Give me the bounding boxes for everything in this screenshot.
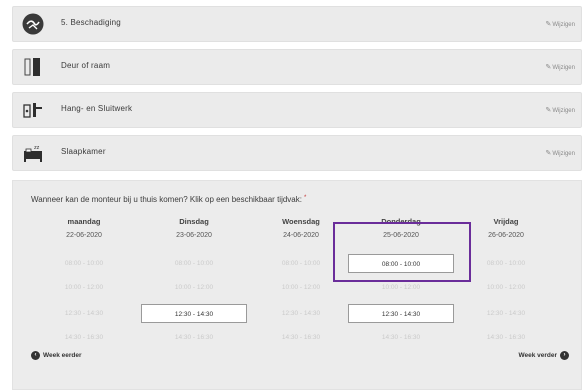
time-slot-available[interactable]: 12:30 - 14:30	[141, 304, 247, 323]
category-row-slaapkamer: zz Slaapkamer ✎Wijzigen	[12, 135, 582, 171]
week-later-button[interactable]: Week verder ›	[518, 351, 569, 360]
time-slot-unavailable: 08:00 - 10:00	[174, 260, 214, 267]
day-date: 25-06-2020	[383, 232, 419, 239]
edit-label: Wijzigen	[552, 65, 575, 71]
time-slot-unavailable: 12:30 - 14:30	[281, 310, 321, 317]
time-slot-unavailable: 10:00 - 12:00	[281, 284, 321, 291]
time-slot-unavailable: 12:30 - 14:30	[64, 310, 104, 317]
day-date: 24-06-2020	[283, 232, 319, 239]
category-label: Hang- en Sluitwerk	[61, 104, 133, 113]
week-later-label: Week verder	[518, 352, 557, 360]
week-earlier-label: Week eerder	[43, 352, 82, 360]
edit-link[interactable]: ✎Wijzigen	[545, 63, 575, 71]
day-name: Donderdag	[381, 217, 421, 226]
pencil-icon: ✎	[545, 107, 552, 114]
pencil-icon: ✎	[545, 64, 552, 71]
time-slot-unavailable: 08:00 - 10:00	[281, 260, 321, 267]
time-slot-unavailable: 10:00 - 12:00	[486, 284, 526, 291]
day-column: Woensdag 24-06-2020 08:00 - 10:00 10:00 - 1…	[248, 217, 354, 341]
category-row-hang-en-sluitwerk: Hang- en Sluitwerk ✎Wijzigen	[12, 92, 582, 128]
damage-icon	[22, 13, 44, 35]
schedule-question: Wanneer kan de monteur bij u thuis komen…	[31, 195, 306, 204]
day-date: 26-06-2020	[488, 232, 524, 239]
time-slot-unavailable: 10:00 - 12:00	[381, 284, 421, 291]
day-name: maandag	[67, 217, 101, 226]
day-column: maandag 22-06-2020 08:00 - 10:00 10:00 - 12…	[31, 217, 137, 341]
day-date: 22-06-2020	[66, 232, 102, 239]
time-slot-unavailable: 12:30 - 14:30	[486, 310, 526, 317]
week-earlier-button[interactable]: ‹ Week eerder	[31, 351, 82, 360]
pencil-icon: ✎	[545, 21, 552, 28]
svg-text:zz: zz	[34, 145, 40, 151]
category-row-beschadiging: 5. Beschadiging ✎Wijzigen	[12, 6, 582, 42]
time-slot-unavailable: 08:00 - 10:00	[486, 260, 526, 267]
time-slot-available[interactable]: 08:00 - 10:00	[348, 254, 454, 273]
time-slot-unavailable: 14:30 - 16:30	[281, 334, 321, 341]
time-slot-unavailable: 14:30 - 16:30	[174, 334, 214, 341]
time-slot-available[interactable]: 12:30 - 14:30	[348, 304, 454, 323]
edit-label: Wijzigen	[552, 108, 575, 114]
bed-icon: zz	[22, 142, 44, 164]
edit-link[interactable]: ✎Wijzigen	[545, 149, 575, 157]
required-mark: *	[303, 195, 307, 201]
category-label: 5. Beschadiging	[61, 18, 121, 27]
schedule-panel: Wanneer kan de monteur bij u thuis komen…	[12, 180, 582, 390]
time-slot-unavailable: 10:00 - 12:00	[174, 284, 214, 291]
pencil-icon: ✎	[545, 150, 552, 157]
edit-label: Wijzigen	[552, 22, 575, 28]
edit-label: Wijzigen	[552, 151, 575, 157]
door-window-icon	[22, 56, 44, 78]
edit-link[interactable]: ✎Wijzigen	[545, 106, 575, 114]
day-name: Dinsdag	[179, 217, 209, 226]
category-row-deur-of-raam: Deur of raam ✎Wijzigen	[12, 49, 582, 85]
day-column: Dinsdag 23-06-2020 08:00 - 10:00 10:00 - 12…	[141, 217, 247, 341]
question-text: Wanneer kan de monteur bij u thuis komen…	[31, 195, 302, 204]
lock-hinge-icon	[22, 99, 44, 121]
edit-link[interactable]: ✎Wijzigen	[545, 20, 575, 28]
category-label: Deur of raam	[61, 61, 111, 70]
chevron-right-icon: ›	[560, 351, 569, 360]
category-label: Slaapkamer	[61, 147, 106, 156]
time-slot-unavailable: 14:30 - 16:30	[381, 334, 421, 341]
day-column: Donderdag 25-06-2020 08:00 - 10:00 10:00 - …	[348, 217, 454, 341]
time-slot-unavailable: 14:30 - 16:30	[64, 334, 104, 341]
day-name: Woensdag	[282, 217, 320, 226]
time-slot-unavailable: 08:00 - 10:00	[64, 260, 104, 267]
day-column: Vrijdag 26-06-2020 08:00 - 10:00 10:00 - 12…	[453, 217, 559, 341]
chevron-left-icon: ‹	[31, 351, 40, 360]
time-slot-unavailable: 14:30 - 16:30	[486, 334, 526, 341]
time-slot-unavailable: 10:00 - 12:00	[64, 284, 104, 291]
day-date: 23-06-2020	[176, 232, 212, 239]
day-name: Vrijdag	[493, 217, 519, 226]
